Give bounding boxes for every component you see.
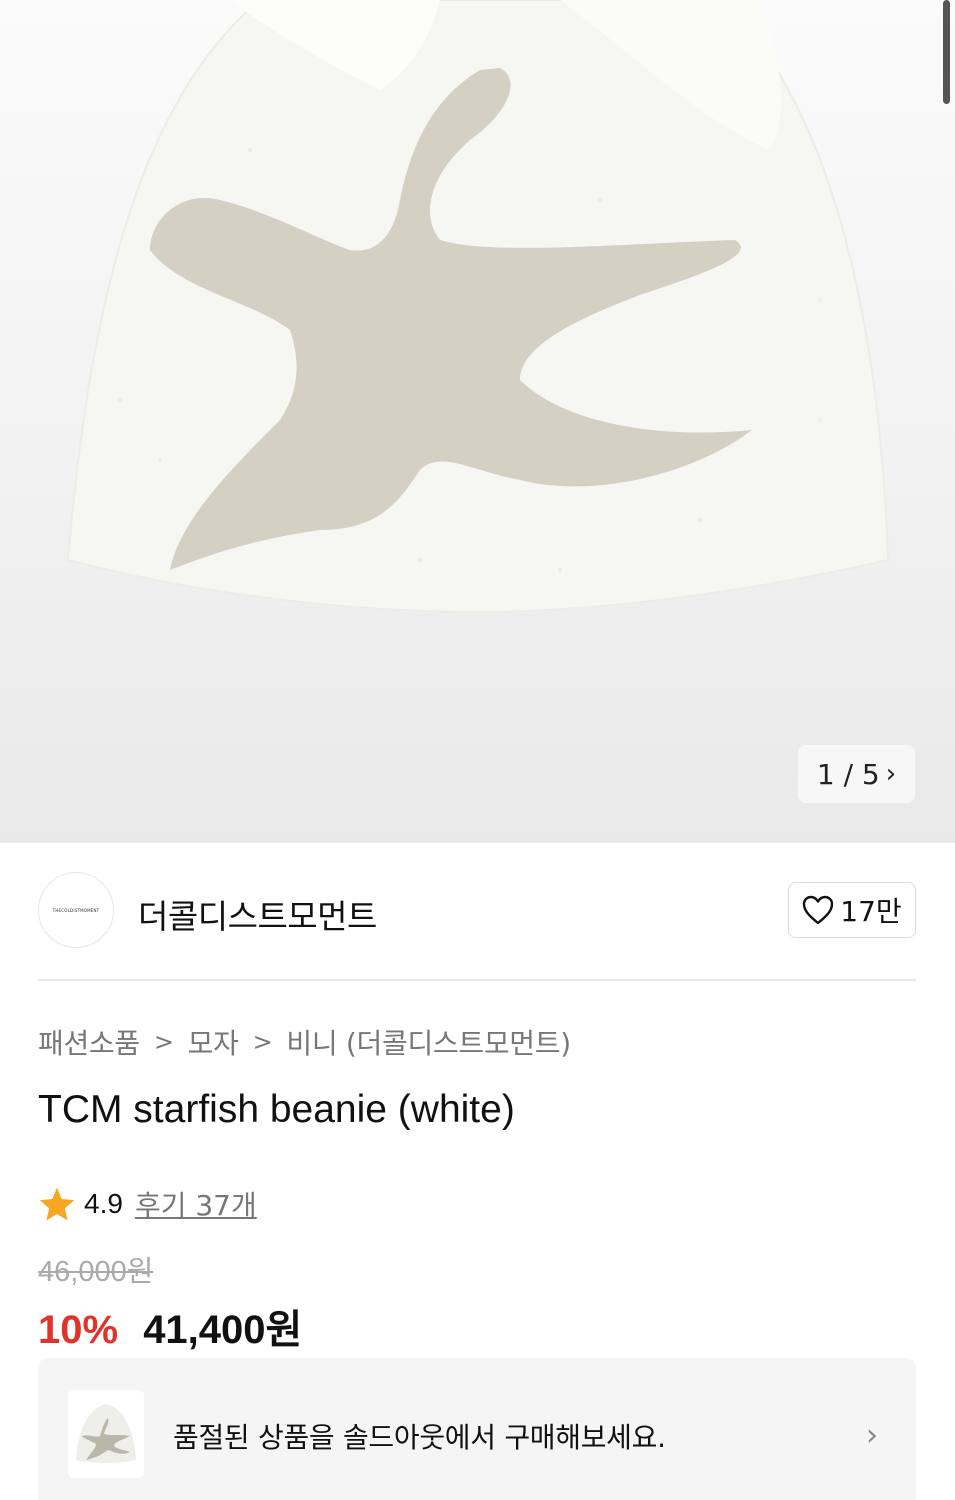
brand-row: THECOLDISTMOMENT 더콜디스트모먼트 17만 xyxy=(38,872,916,950)
reviews-link[interactable]: 후기 37개 xyxy=(135,1184,257,1224)
breadcrumb-item-category[interactable]: 패션소품 xyxy=(38,1022,140,1062)
like-button[interactable]: 17만 xyxy=(788,882,916,938)
breadcrumb: 패션소품 > 모자 > 비니 (더콜디스트모먼트) xyxy=(38,1022,571,1062)
original-price: 46,000원 xyxy=(38,1256,154,1288)
scrollbar-thumb[interactable] xyxy=(943,0,950,104)
like-count: 17만 xyxy=(840,895,902,928)
brand-name-link[interactable]: 더콜디스트모먼트 xyxy=(138,890,377,938)
soldout-message: 품절된 상품을 솔드아웃에서 구매해보세요. xyxy=(173,1421,666,1454)
price-row: 10% 41,400원 xyxy=(38,1297,302,1355)
soldout-banner[interactable]: 품절된 상품을 솔드아웃에서 구매해보세요. › xyxy=(38,1358,916,1500)
sale-price: 41,400원 xyxy=(143,1308,303,1352)
breadcrumb-item-subcategory[interactable]: 모자 xyxy=(188,1022,239,1062)
chevron-right-icon: › xyxy=(885,759,897,789)
rating-score: 4.9 xyxy=(84,1188,123,1219)
discount-rate: 10% xyxy=(38,1308,119,1352)
chevron-right-icon: › xyxy=(866,1418,878,1453)
image-counter-label: 1 / 5 xyxy=(816,757,880,791)
beanie-product-image xyxy=(66,0,890,614)
beanie-thumbnail-image xyxy=(76,1404,136,1463)
chevron-right-icon: > xyxy=(252,1028,273,1056)
rating-row: 4.9 후기 37개 xyxy=(38,1184,257,1224)
star-icon xyxy=(39,1187,75,1221)
image-counter-button[interactable]: 1 / 5 › xyxy=(798,745,915,803)
product-image-gallery[interactable]: 1 / 5 › xyxy=(0,0,955,843)
soldout-thumbnail xyxy=(68,1390,144,1478)
chevron-right-icon: > xyxy=(153,1028,174,1056)
heart-outline-icon xyxy=(803,895,834,925)
brand-logo-text: THECOLDISTMOMENT xyxy=(52,907,100,913)
product-title: TCM starfish beanie (white) xyxy=(38,1088,515,1131)
brand-logo[interactable]: THECOLDISTMOMENT xyxy=(38,872,114,948)
divider xyxy=(38,979,916,981)
breadcrumb-item-current[interactable]: 비니 (더콜디스트모먼트) xyxy=(286,1022,571,1062)
